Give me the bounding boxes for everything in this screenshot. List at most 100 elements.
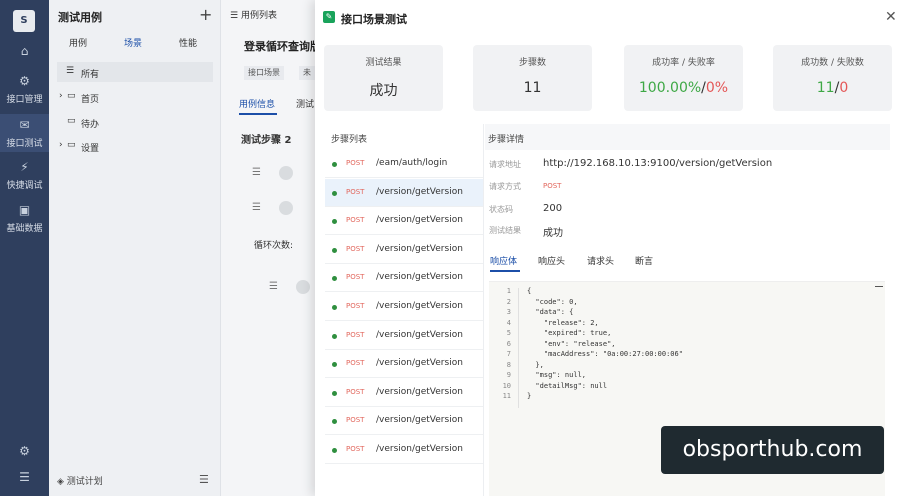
step-path: /version/getVersion: [376, 215, 463, 226]
drag-handle-icon[interactable]: ☰: [269, 281, 278, 292]
data-icon: ▣: [18, 203, 31, 217]
status-dot-icon: [332, 219, 337, 225]
tab-performance[interactable]: 性能: [179, 36, 197, 49]
nav-base-data[interactable]: ▣ 基础数据: [0, 203, 49, 235]
plan-icon: ◈: [57, 477, 64, 487]
tab-cases[interactable]: 用例: [69, 36, 87, 49]
step-row[interactable]: POST/version/getVersion: [325, 436, 483, 464]
case-title: 登录循环查询版: [244, 40, 315, 53]
folder-icon: ▭: [67, 91, 76, 101]
step-path: /version/getVersion: [376, 444, 463, 454]
loop-count-label: 循环次数:: [254, 241, 294, 251]
step-row[interactable]: POST/version/getVersion: [325, 178, 483, 207]
status-label: 状态码: [489, 205, 513, 214]
method-label: 请求方式: [489, 182, 521, 191]
step-row[interactable]: POST/version/getVersion: [325, 207, 483, 236]
card-value: 11: [523, 80, 542, 96]
step-toggle[interactable]: [296, 280, 310, 294]
drag-handle-icon[interactable]: ☰: [252, 202, 261, 213]
chevron-right-icon: ›: [59, 140, 63, 150]
close-icon[interactable]: ✕: [885, 9, 897, 25]
line-number: 9: [506, 371, 511, 379]
tree-item-settings[interactable]: › ▭ 设置: [57, 138, 213, 156]
nav-api-management[interactable]: ⚙ 接口管理: [0, 74, 49, 106]
status-dot-icon: [332, 247, 337, 253]
tab-scenes[interactable]: 场景: [124, 36, 142, 49]
step-row[interactable]: POST/version/getVersion: [325, 350, 483, 379]
step-count-card: 步骤数 11: [473, 45, 592, 111]
nav-quick-debug[interactable]: ⚡ 快捷调试: [0, 160, 49, 192]
card-value: 11/0: [816, 80, 849, 96]
line-number: 4: [506, 318, 511, 327]
tab-request-headers[interactable]: 请求头: [587, 254, 614, 267]
watermark: obsporthub.com: [661, 426, 884, 474]
code-line: "code": 0,: [527, 297, 578, 306]
tree-item-label: 待办: [81, 120, 100, 130]
test-case-panel: 测试用例 + 用例 场景 性能 ☰ 所有 › ▭ 首页 ▭ 待办 › ▭ 设置 …: [49, 0, 221, 496]
code-line: "macAddress": "0a:00:27:00:00:06": [527, 350, 683, 358]
step-row[interactable]: POST/version/getVersion: [325, 293, 483, 321]
user-avatar[interactable]: S: [13, 10, 35, 32]
step-method: POST: [346, 273, 365, 282]
tab-response-headers[interactable]: 响应头: [538, 254, 565, 267]
drag-handle-icon[interactable]: ☰: [252, 167, 261, 178]
step-row[interactable]: POST/version/getVersion: [325, 407, 483, 436]
status-tag: 未: [299, 66, 315, 80]
add-icon[interactable]: +: [199, 5, 212, 24]
case-detail-area: ☰ 用例列表 登录循环查询版 接口场景 未 用例信息 测试 测试步骤 2 ☰ ☰…: [221, 0, 315, 496]
step-method: POST: [346, 216, 365, 225]
nav-label: 快捷调试: [6, 181, 43, 191]
code-gutter: [518, 288, 519, 408]
step-method: POST: [346, 330, 365, 339]
card-label: 步骤数: [518, 58, 546, 68]
line-number: 11: [502, 392, 511, 400]
active-tab-indicator: [239, 113, 277, 115]
nav-home[interactable]: ⌂: [0, 44, 49, 66]
list-icon: ☰: [66, 66, 75, 76]
step-row[interactable]: POST/version/getVersion: [325, 322, 483, 350]
nav-label: 接口测试: [6, 139, 43, 149]
step-row[interactable]: POST/version/getVersion: [325, 236, 483, 264]
tree-item-todo[interactable]: ▭ 待办: [57, 114, 213, 132]
tree-item-home[interactable]: › ▭ 首页: [57, 89, 213, 107]
menu-icon[interactable]: ☰: [0, 470, 49, 484]
tab-assertions[interactable]: 断言: [635, 254, 653, 267]
step-method: POST: [346, 445, 365, 453]
step-path: /eam/auth/login: [376, 158, 448, 168]
step-toggle[interactable]: [279, 201, 293, 215]
step-path: /version/getVersion: [376, 186, 463, 197]
tab-response-body[interactable]: 响应体: [490, 254, 517, 267]
tab-case-info[interactable]: 用例信息: [239, 97, 275, 110]
step-method: POST: [346, 244, 365, 253]
settings-icon[interactable]: ⚙: [0, 444, 49, 458]
panel-title: 测试用例: [58, 11, 102, 24]
divider: [483, 124, 484, 496]
folder-icon: ▭: [67, 116, 76, 126]
step-row[interactable]: POST/eam/auth/login: [325, 150, 483, 178]
collapse-icon[interactable]: [875, 286, 883, 287]
tab-test[interactable]: 测试: [296, 97, 314, 110]
line-number: 1: [506, 287, 511, 295]
menu-icon[interactable]: ☰: [199, 473, 209, 486]
step-row[interactable]: POST/version/getVersion: [325, 379, 483, 407]
step-path: /version/getVersion: [376, 272, 463, 283]
status-dot-icon: [332, 448, 337, 453]
card-value: 100.00%/0%: [638, 80, 729, 96]
scene-test-modal: ✎ 接口场景测试 ✕ 测试结果 成功 步骤数 11 成功率 / 失败率 100.…: [315, 0, 906, 496]
nav-api-test[interactable]: ✉ 接口测试: [0, 114, 49, 152]
step-row[interactable]: POST/version/getVersion: [325, 264, 483, 293]
step-list-title: 步骤列表: [331, 135, 368, 145]
code-line: }: [527, 392, 532, 400]
quick-icon: ⚡: [20, 160, 29, 174]
tree-item-all[interactable]: ☰ 所有: [57, 62, 213, 82]
line-number: 6: [506, 339, 511, 348]
step-method: POST: [346, 387, 365, 396]
test-plan-link[interactable]: ◈ 测试计划: [57, 474, 103, 487]
url-label: 请求地址: [489, 160, 521, 169]
api-icon: ⚙: [19, 74, 30, 88]
plan-label: 测试计划: [66, 477, 103, 487]
line-number: 3: [506, 308, 511, 316]
step-toggle[interactable]: [279, 166, 293, 180]
card-label: 成功数 / 失败数: [801, 58, 864, 68]
tree-item-label: 所有: [81, 70, 100, 80]
